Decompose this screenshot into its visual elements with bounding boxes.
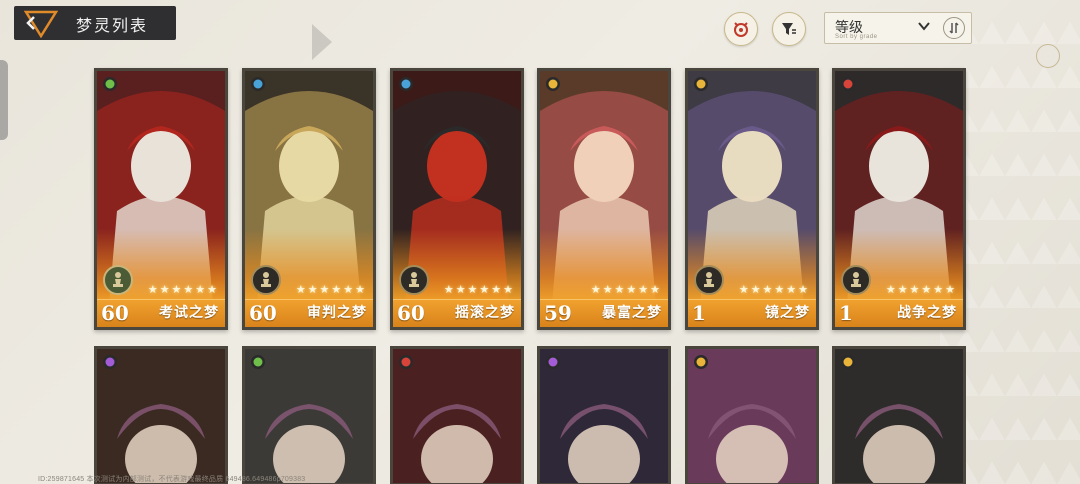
filter-icon [782,23,796,35]
character-card[interactable]: ★★★★★★ 60 摇滚之梦 [390,68,524,330]
chevron-down-icon [918,22,930,31]
character-card[interactable]: ★★★★★★ 60 考试之梦 [94,68,228,330]
back-icon[interactable] [20,8,62,38]
character-name: 摇滚之梦 [455,304,515,320]
character-card[interactable] [94,346,228,484]
star-rating: ★★★★★★ [295,284,367,296]
fire-element-icon [841,77,855,91]
pawn-icon [694,265,724,295]
character-level: 1 [839,301,853,325]
star-rating: ★★★★★★ [443,284,515,296]
character-card[interactable] [537,346,671,484]
sort-dropdown[interactable]: 等级 Sort by grade [824,12,972,44]
pawn-icon [251,265,281,295]
character-card[interactable]: ★★★★★★ 1 镜之梦 [685,68,819,330]
card-info-bar: 60 审判之梦 [245,299,373,327]
star-element-icon [546,77,560,91]
character-name: 镜之梦 [765,304,810,320]
star-rating: ★★★★★★ [147,284,219,296]
sort-sublabel: Sort by grade [835,34,878,40]
star-rating: ★★★★★★ [590,284,662,296]
star-element-icon [694,355,708,369]
card-info-bar: 1 镜之梦 [688,299,816,327]
character-card[interactable] [390,346,524,484]
character-name: 战争之梦 [897,304,957,320]
character-level: 59 [544,301,572,325]
card-info-bar: 59 暴富之梦 [540,299,668,327]
character-level: 60 [397,301,425,325]
plant-element-icon [251,355,265,369]
spirit-element-icon [103,355,117,369]
character-name: 审判之梦 [307,304,367,320]
title-bar: 梦灵列表 [14,6,176,40]
build-id-footer: ID:259871645 本次测试为内部测试，不代表游戏最终品质 649486.… [38,476,306,483]
pawn-icon [399,265,429,295]
sort-order-icon [949,22,959,34]
character-level: 1 [692,301,706,325]
element-filter-button[interactable] [724,12,758,46]
fire-element-icon [399,355,413,369]
pawn-icon [103,265,133,295]
character-card[interactable]: ★★★★★★ 59 暴富之梦 [537,68,671,330]
character-card[interactable] [242,346,376,484]
character-card[interactable]: ★★★★★★ 1 战争之梦 [832,68,966,330]
card-info-bar: 60 摇滚之梦 [393,299,521,327]
character-card[interactable] [685,346,819,484]
sun-element-icon [841,355,855,369]
character-level: 60 [249,301,277,325]
character-name: 暴富之梦 [602,304,662,320]
filter-button[interactable] [772,12,806,46]
card-info-bar: 60 考试之梦 [97,299,225,327]
page-title: 梦灵列表 [76,18,149,35]
star-element-icon [694,77,708,91]
pawn-icon [841,265,871,295]
character-card[interactable]: ★★★★★★ 60 审判之梦 [242,68,376,330]
decor-ring [1036,44,1060,68]
character-level: 60 [101,301,129,325]
decor-arrow [312,24,332,60]
sort-order-toggle[interactable] [943,17,965,39]
water-element-icon [399,77,413,91]
spirit-element-icon [546,355,560,369]
card-info-bar: 1 战争之梦 [835,299,963,327]
plant-element-icon [103,77,117,91]
element-icon [734,22,748,37]
water-element-icon [251,77,265,91]
star-rating: ★★★★★★ [738,284,810,296]
side-drawer-handle[interactable] [0,60,8,140]
star-rating: ★★★★★★ [885,284,957,296]
character-card[interactable] [832,346,966,484]
character-name: 考试之梦 [159,304,219,320]
